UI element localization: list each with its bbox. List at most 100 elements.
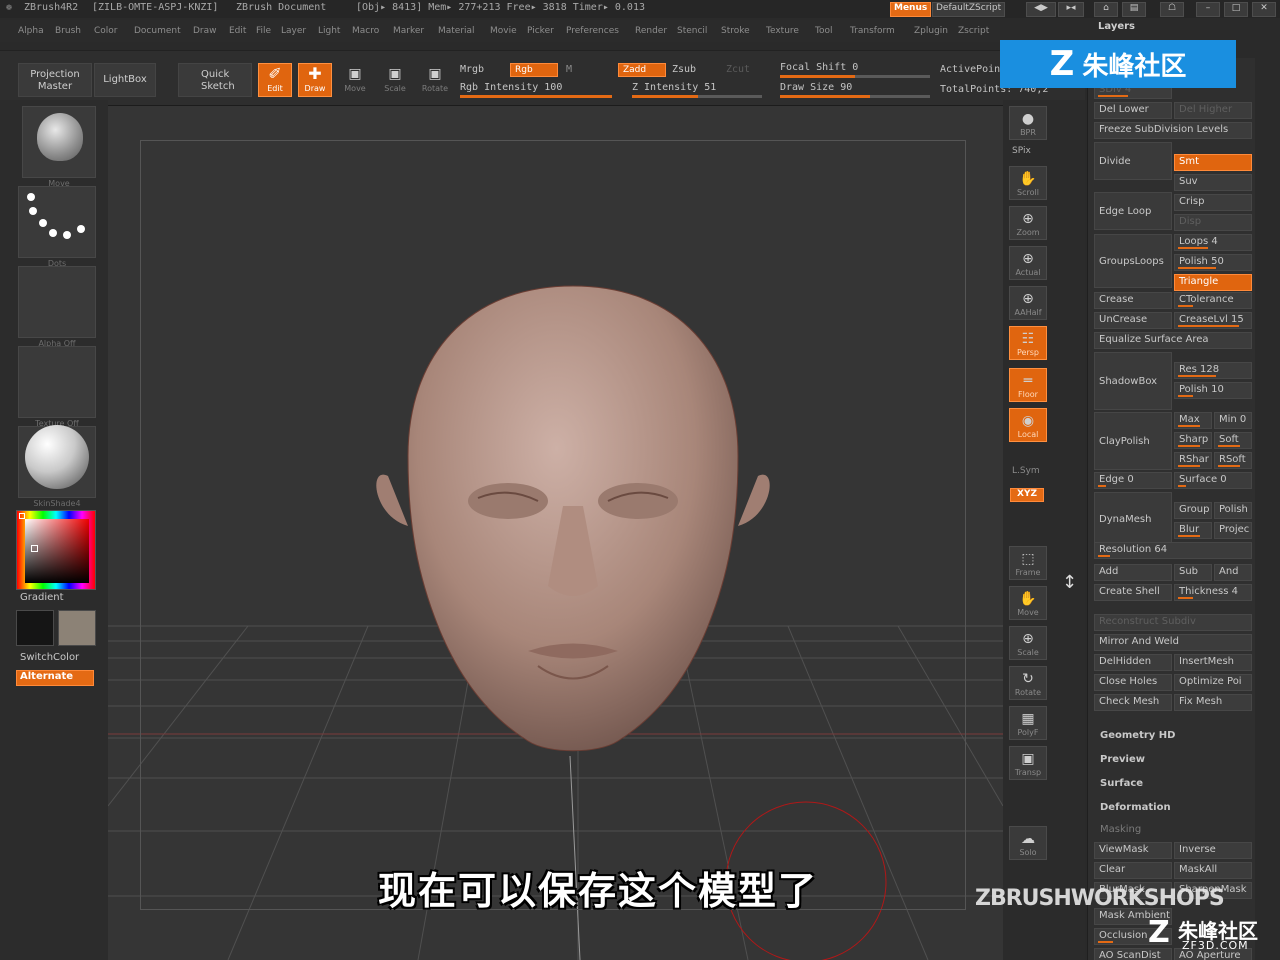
menus-button[interactable]: Menus: [890, 2, 932, 17]
solo-button[interactable]: ☁ Solo: [1009, 826, 1047, 860]
del-higher-button[interactable]: Del Higher: [1174, 102, 1252, 119]
mrgb-button[interactable]: Mrgb: [460, 64, 484, 75]
menu-zscript[interactable]: Zscript: [958, 26, 989, 36]
menu-stroke[interactable]: Stroke: [721, 26, 750, 36]
triangle-button[interactable]: Triangle: [1174, 274, 1252, 291]
crease-button[interactable]: Crease: [1094, 292, 1172, 309]
maskall-button[interactable]: MaskAll: [1174, 862, 1252, 879]
edge-loop-button[interactable]: Edge Loop: [1094, 192, 1172, 230]
menu-tool[interactable]: Tool: [815, 26, 832, 36]
transp-button[interactable]: ▣ Transp: [1009, 746, 1047, 780]
menu-layer[interactable]: Layer: [281, 26, 306, 36]
move-button[interactable]: ✋ Move: [1009, 586, 1047, 620]
crisp-button[interactable]: Crisp: [1174, 194, 1252, 211]
edge0-button[interactable]: Edge 0: [1094, 472, 1172, 489]
surface-section[interactable]: Surface: [1100, 778, 1143, 789]
menu-alpha[interactable]: Alpha: [18, 26, 44, 36]
xyz-button[interactable]: XYZ: [1010, 488, 1044, 502]
draw-button[interactable]: ✚ Draw: [298, 63, 332, 97]
uncrease-button[interactable]: UnCrease: [1094, 312, 1172, 329]
material-thumbnail[interactable]: SkinShade4: [18, 425, 96, 508]
actual-button[interactable]: ⊕ Actual: [1009, 246, 1047, 280]
polyf-button[interactable]: ▦ PolyF: [1009, 706, 1047, 740]
texture-thumbnail[interactable]: Texture Off: [18, 346, 96, 428]
rgb-intensity-slider[interactable]: [460, 95, 612, 98]
home-icon[interactable]: ⌂: [1094, 2, 1118, 17]
dynamesh-button[interactable]: DynaMesh: [1094, 492, 1172, 546]
alpha-thumbnail[interactable]: Alpha Off: [18, 266, 96, 348]
focal-shift-slider[interactable]: [780, 75, 930, 78]
sub-button[interactable]: Sub: [1174, 564, 1212, 581]
m-button[interactable]: M: [566, 64, 572, 75]
expand-icon[interactable]: ▸◂: [1058, 2, 1084, 17]
shrink-icon[interactable]: ◀▶: [1026, 2, 1056, 17]
menu-zplugin[interactable]: Zplugin: [914, 26, 948, 36]
stroke-thumbnail[interactable]: Dots: [18, 186, 96, 268]
projection-master-button[interactable]: Projection Master: [18, 63, 92, 97]
lightbox-button[interactable]: LightBox: [94, 63, 156, 97]
smt-button[interactable]: Smt: [1174, 154, 1252, 171]
delhidden-button[interactable]: DelHidden: [1094, 654, 1172, 671]
alternate-button[interactable]: Alternate: [16, 670, 94, 686]
edit-button[interactable]: ✐ Edit: [258, 63, 292, 97]
create-shell-button[interactable]: Create Shell: [1094, 584, 1172, 601]
bpr-button[interactable]: ● BPR: [1009, 106, 1047, 140]
res-button[interactable]: Res 128: [1174, 362, 1252, 379]
zoom-button[interactable]: ⊕ Zoom: [1009, 206, 1047, 240]
menu-brush[interactable]: Brush: [55, 26, 81, 36]
zcut-button[interactable]: Zcut: [726, 64, 750, 75]
default-zscript[interactable]: DefaultZScript: [932, 2, 1006, 17]
freeze-button[interactable]: Freeze SubDivision Levels: [1094, 122, 1252, 139]
close-holes-button[interactable]: Close Holes: [1094, 674, 1172, 691]
add-button[interactable]: Add: [1094, 564, 1172, 581]
zadd-button[interactable]: Zadd: [618, 63, 666, 77]
shadowbox-button[interactable]: ShadowBox: [1094, 352, 1172, 410]
and-button[interactable]: And: [1214, 564, 1252, 581]
menu-color[interactable]: Color: [94, 26, 118, 36]
zsub-button[interactable]: Zsub: [672, 64, 696, 75]
menu-transform[interactable]: Transform: [850, 26, 895, 36]
max-button[interactable]: Max: [1174, 412, 1212, 429]
reconstruct-button[interactable]: Reconstruct Subdiv: [1094, 614, 1252, 631]
thickness-button[interactable]: Thickness 4: [1174, 584, 1252, 601]
geometry-hd-section[interactable]: Geometry HD: [1100, 730, 1175, 741]
brush-thumbnail[interactable]: Move: [22, 106, 96, 188]
secondary-color-swatch[interactable]: [16, 610, 54, 646]
polish10-button[interactable]: Polish 10: [1174, 382, 1252, 399]
deformation-section[interactable]: Deformation: [1100, 802, 1171, 813]
floor-button[interactable]: ═ Floor: [1009, 368, 1047, 402]
store-icon[interactable]: ▤: [1122, 2, 1146, 17]
lock-icon[interactable]: ☖: [1160, 2, 1184, 17]
local-button[interactable]: ◉ Local: [1009, 408, 1047, 442]
main-color-swatch[interactable]: [58, 610, 96, 646]
menu-light[interactable]: Light: [318, 26, 340, 36]
soft-button[interactable]: Soft: [1214, 432, 1252, 449]
close-icon[interactable]: ✕: [1252, 2, 1276, 17]
del-lower-button[interactable]: Del Lower: [1094, 102, 1172, 119]
scale-button[interactable]: ⊕ Scale: [1009, 626, 1047, 660]
frame-button[interactable]: ⬚ Frame: [1009, 546, 1047, 580]
surface0-button[interactable]: Surface 0: [1174, 472, 1252, 489]
mirror-weld-button[interactable]: Mirror And Weld: [1094, 634, 1252, 651]
menu-draw[interactable]: Draw: [193, 26, 217, 36]
draw-size-slider[interactable]: [780, 95, 930, 98]
equalize-button[interactable]: Equalize Surface Area: [1094, 332, 1252, 349]
spix-label[interactable]: SPix: [1012, 146, 1031, 156]
polish-button[interactable]: Polish 50: [1174, 254, 1252, 271]
group-button[interactable]: Group: [1174, 502, 1212, 519]
menu-picker[interactable]: Picker: [527, 26, 554, 36]
menu-marker[interactable]: Marker: [393, 26, 424, 36]
rotate-button[interactable]: ▣ Rotate: [418, 63, 452, 97]
fix-mesh-button[interactable]: Fix Mesh: [1174, 694, 1252, 711]
menu-edit[interactable]: Edit: [229, 26, 246, 36]
scroll-button[interactable]: ✋ Scroll: [1009, 166, 1047, 200]
loops-button[interactable]: Loops 4: [1174, 234, 1252, 251]
insertmesh-button[interactable]: InsertMesh: [1174, 654, 1252, 671]
menu-preferences[interactable]: Preferences: [566, 26, 619, 36]
menu-macro[interactable]: Macro: [352, 26, 379, 36]
min-button[interactable]: Min 0: [1214, 412, 1252, 429]
resize-handle-icon[interactable]: ↕: [1062, 572, 1077, 593]
menu-render[interactable]: Render: [635, 26, 667, 36]
switchcolor-button[interactable]: SwitchColor: [20, 652, 79, 663]
aahalf-button[interactable]: ⊕ AAHalf: [1009, 286, 1047, 320]
